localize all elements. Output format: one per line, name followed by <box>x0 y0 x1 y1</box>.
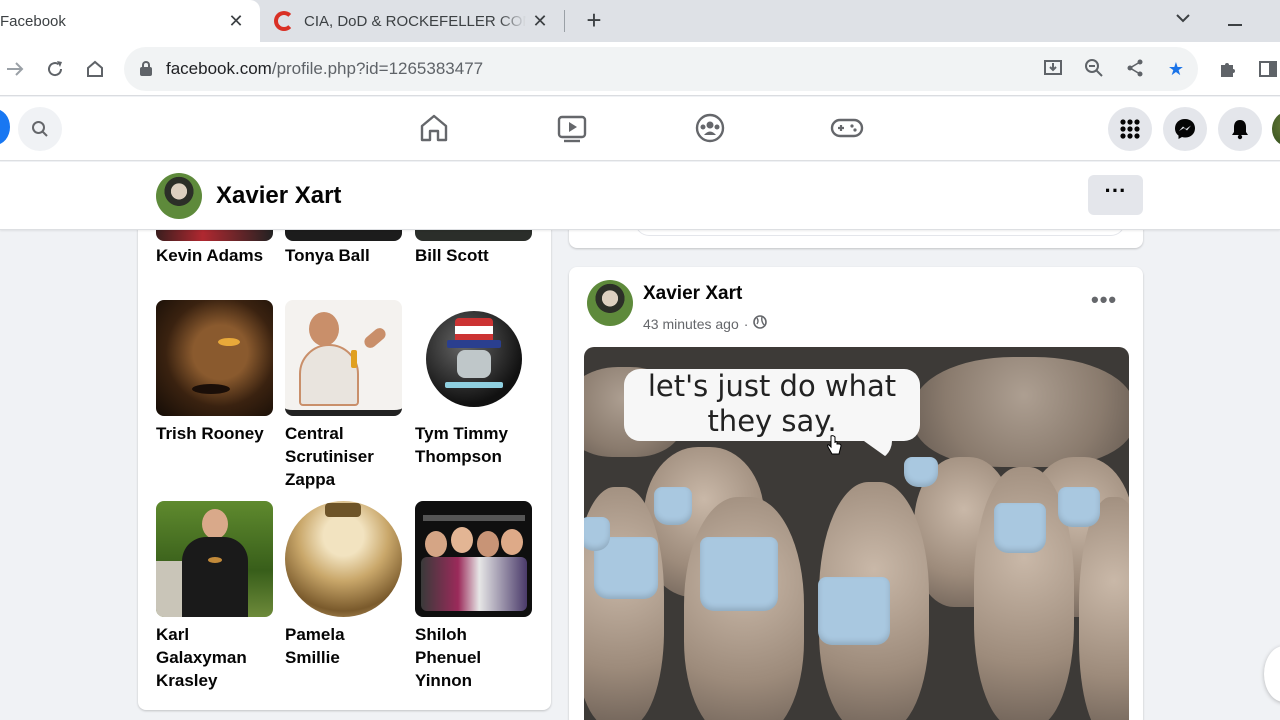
post-timestamp: 43 minutes ago · <box>643 315 768 332</box>
post-card: Xavier Xart 43 minutes ago · ••• let's j… <box>569 267 1143 720</box>
tab-article[interactable]: CIA, DoD & ROCKEFELLER CONF ✕ <box>262 0 564 42</box>
friend-name[interactable]: Tonya Ball <box>285 246 370 266</box>
profile-more-button[interactable]: ··· <box>1088 175 1143 215</box>
post-time-text[interactable]: 43 minutes ago <box>643 316 739 332</box>
post-more-icon[interactable]: ••• <box>1091 287 1117 313</box>
friend-name[interactable]: Karl Galaxyman Krasley <box>156 623 274 692</box>
friend-name[interactable]: Trish Rooney <box>156 422 274 445</box>
friend-photo[interactable] <box>415 300 532 416</box>
address-toolbar: facebook.com/profile.php?id=1265383477 ★ <box>0 42 1280 96</box>
post-image[interactable]: let's just do what they say. <box>584 347 1129 720</box>
forward-arrow-icon[interactable] <box>2 56 28 82</box>
friends-card: Kevin Adams Tonya Ball Bill Scott Trish … <box>138 200 551 710</box>
side-panel-icon[interactable] <box>1256 56 1280 82</box>
share-icon[interactable] <box>1124 58 1146 80</box>
browser-tab-bar: Facebook ✕ CIA, DoD & ROCKEFELLER CONF ✕… <box>0 0 1280 42</box>
home-nav-icon[interactable] <box>418 113 450 143</box>
install-app-icon[interactable] <box>1042 58 1064 80</box>
profile-header-bar: Xavier Xart ··· <box>0 162 1280 230</box>
home-icon[interactable] <box>82 56 108 82</box>
url-text[interactable]: facebook.com/profile.php?id=1265383477 <box>166 59 483 79</box>
gaming-controller-icon[interactable] <box>830 113 864 143</box>
friend-item[interactable]: Pamela Smillie <box>285 501 403 669</box>
tab-search-chevron-icon[interactable] <box>1176 10 1190 28</box>
friend-photo[interactable] <box>156 501 273 617</box>
tab-title: CIA, DoD & ROCKEFELLER CONF <box>304 12 526 30</box>
tab-facebook[interactable]: Facebook ✕ <box>0 0 260 42</box>
post-author-avatar[interactable] <box>587 280 633 326</box>
friend-item[interactable]: Tym Timmy Thompson <box>415 300 533 468</box>
site-favicon-icon <box>274 11 294 31</box>
hand-cursor-icon <box>827 435 842 455</box>
friend-name[interactable]: Pamela Smillie <box>285 623 403 669</box>
friend-name[interactable]: Kevin Adams <box>156 246 263 266</box>
extensions-puzzle-icon[interactable] <box>1216 56 1240 82</box>
image-caption-text: let's just do what they say. <box>647 369 897 438</box>
tab-divider <box>564 10 565 32</box>
globe-icon[interactable] <box>753 315 768 332</box>
close-tab-icon[interactable]: ✕ <box>530 11 550 31</box>
close-tab-icon[interactable]: ✕ <box>226 11 246 31</box>
friend-name[interactable]: Bill Scott <box>415 246 489 266</box>
minimize-icon[interactable] <box>1228 24 1242 26</box>
omnibox[interactable]: facebook.com/profile.php?id=1265383477 ★ <box>124 47 1198 91</box>
friend-item[interactable]: Central Scrutiniser Zappa <box>285 300 403 491</box>
search-icon[interactable] <box>18 107 62 151</box>
messenger-icon[interactable] <box>1163 107 1207 151</box>
friend-photo[interactable] <box>285 300 402 416</box>
profile-name[interactable]: Xavier Xart <box>216 182 341 210</box>
friend-item[interactable]: Shiloh Phenuel Yinnon <box>415 501 533 692</box>
friend-photo[interactable] <box>415 501 532 617</box>
friend-item[interactable]: Karl Galaxyman Krasley <box>156 501 274 692</box>
notifications-bell-icon[interactable] <box>1218 107 1262 151</box>
watch-video-icon[interactable] <box>556 113 588 143</box>
post-author-name[interactable]: Xavier Xart <box>643 283 742 305</box>
groups-icon[interactable] <box>694 113 726 143</box>
bookmark-star-icon[interactable]: ★ <box>1165 58 1187 80</box>
reload-icon[interactable] <box>42 56 68 82</box>
zoom-icon[interactable] <box>1083 58 1105 80</box>
friend-item[interactable]: Trish Rooney <box>156 300 274 445</box>
friend-name[interactable]: Tym Timmy Thompson <box>415 422 533 468</box>
friend-photo[interactable] <box>156 300 273 416</box>
friend-name[interactable]: Central Scrutiniser Zappa <box>285 422 403 491</box>
separator-dot: · <box>743 315 749 332</box>
lock-icon[interactable] <box>140 61 152 76</box>
friend-photo[interactable] <box>285 501 402 617</box>
chat-bubble-button[interactable] <box>1264 646 1280 702</box>
facebook-logo-icon[interactable] <box>0 109 10 145</box>
facebook-header <box>0 97 1280 161</box>
friend-name[interactable]: Shiloh Phenuel Yinnon <box>415 623 533 692</box>
new-tab-icon[interactable]: + <box>580 6 608 34</box>
profile-avatar[interactable] <box>156 173 202 219</box>
menu-grid-icon[interactable] <box>1108 107 1152 151</box>
tab-title: Facebook <box>0 12 66 30</box>
